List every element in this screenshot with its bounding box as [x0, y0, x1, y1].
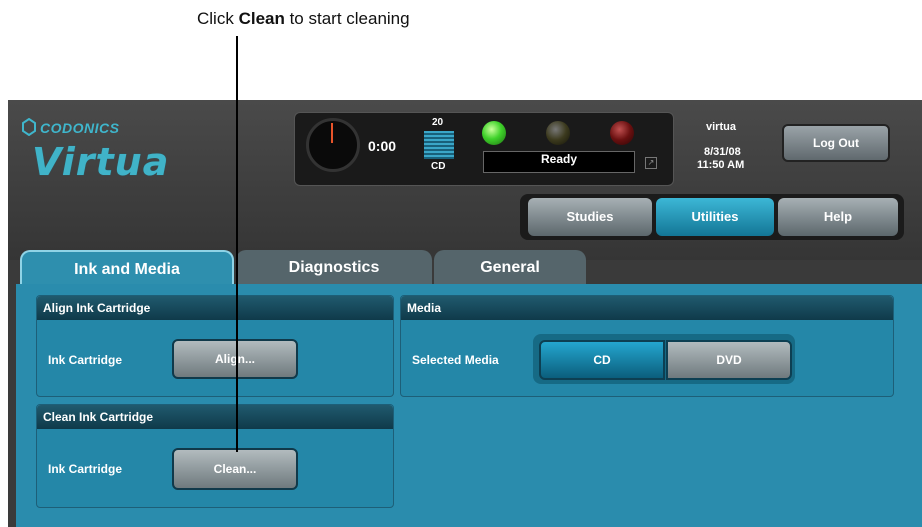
align-button[interactable]: Align...	[172, 339, 298, 379]
tab-ink-and-media[interactable]: Ink and Media	[20, 250, 234, 286]
disc-type: CD	[431, 161, 446, 172]
group-title: Clean Ink Cartridge	[37, 405, 393, 429]
timer-value: 0:00	[368, 138, 397, 154]
media-option-dvd[interactable]: DVD	[666, 340, 792, 380]
tab-diagnostics[interactable]: Diagnostics	[236, 250, 432, 284]
tab-general[interactable]: General	[434, 250, 586, 284]
user-name: virtua	[706, 121, 736, 133]
clean-button[interactable]: Clean...	[172, 448, 298, 490]
align-row-label: Ink Cartridge	[48, 353, 123, 367]
clean-row-label: Ink Cartridge	[48, 462, 123, 476]
group-title: Media	[401, 296, 893, 320]
disc-stack-icon	[424, 131, 454, 159]
timer-dial-icon	[306, 118, 360, 172]
group-title: Align Ink Cartridge	[37, 296, 393, 320]
nav-help-button[interactable]: Help	[778, 198, 898, 236]
logout-button[interactable]: Log Out	[782, 124, 890, 162]
nav-utilities-button[interactable]: Utilities	[656, 198, 774, 236]
callout-pointer	[236, 36, 238, 452]
nav-studies-button[interactable]: Studies	[528, 198, 652, 236]
selected-media-label: Selected Media	[412, 353, 499, 367]
timer-needle	[331, 123, 333, 143]
media-option-cd[interactable]: CD	[539, 340, 665, 380]
time-display: 11:50 AM	[697, 159, 745, 171]
status-message: Ready	[483, 151, 635, 173]
codonics-logo-icon	[22, 118, 36, 136]
callout-text: Click Clean to start cleaning	[197, 9, 410, 28]
disc-count: 20	[432, 117, 444, 128]
status-led-green-icon	[482, 121, 506, 145]
date-display: 8/31/08	[704, 146, 741, 158]
product-logo: Virtua	[32, 140, 170, 184]
brand-name: CODONICS	[40, 120, 120, 136]
status-led-red-icon	[610, 121, 634, 145]
status-led-yellow-icon	[546, 121, 570, 145]
expand-status-icon[interactable]: ↗	[645, 157, 657, 169]
